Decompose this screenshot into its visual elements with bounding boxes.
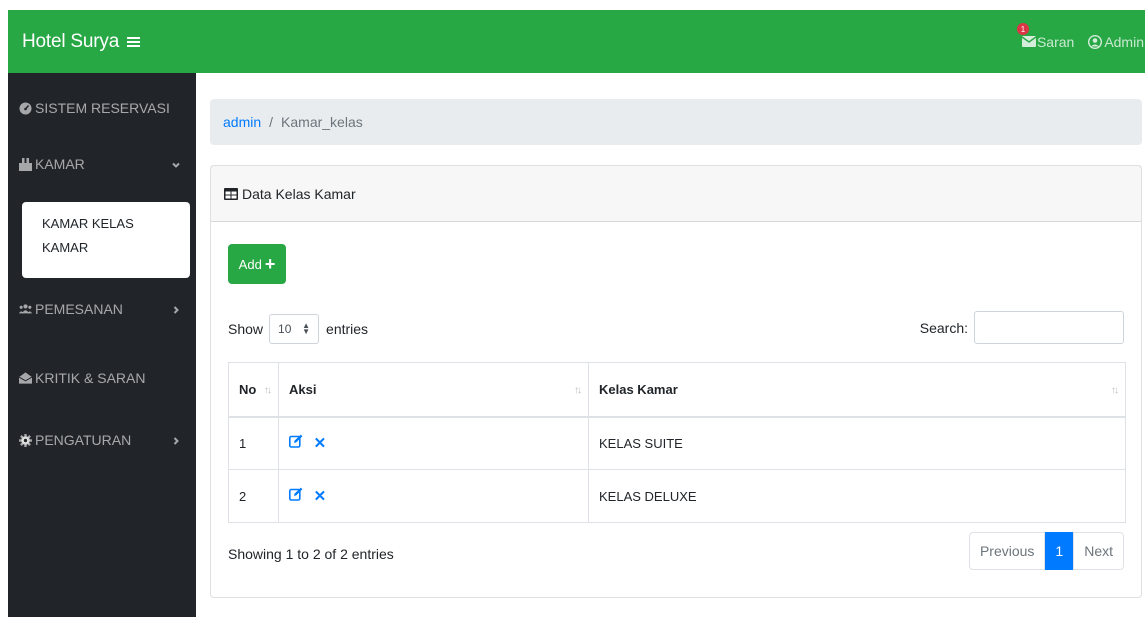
delete-icon[interactable]: ✕ xyxy=(314,435,327,452)
navbar-right: 1 Saran Admin xyxy=(1016,10,1145,73)
table-row: 1 ✕ KELAS SUITE xyxy=(228,416,1126,470)
envelope-open-icon xyxy=(19,372,32,385)
breadcrumb-separator: / xyxy=(269,114,274,130)
breadcrumb-current: Kamar_kelas xyxy=(281,114,363,130)
edit-icon[interactable] xyxy=(289,434,303,449)
kamar-submenu: KAMAR KELAS KAMAR xyxy=(22,202,190,278)
breadcrumb: admin / Kamar_kelas xyxy=(210,99,1142,145)
entries-label: entries xyxy=(326,321,369,337)
sidebar-item-label: SISTEM RESERVASI xyxy=(35,100,170,116)
admin-label: Admin xyxy=(1104,33,1144,50)
notification-badge: 1 xyxy=(1016,23,1029,35)
column-header-kelas-kamar[interactable]: Kelas Kamar ↑↓ xyxy=(588,362,1126,418)
table-row: 2 ✕ KELAS DELUXE xyxy=(228,469,1126,523)
show-label: Show xyxy=(228,321,264,337)
sort-icon: ↑↓ xyxy=(1111,385,1119,396)
chevron-down-icon xyxy=(170,158,182,170)
top-navbar: Hotel Surya 1 Saran Admin xyxy=(8,10,1145,73)
user-circle-icon xyxy=(1088,34,1103,49)
column-header-label: Kelas Kamar xyxy=(599,381,678,397)
sidebar-item-kamar[interactable]: KAMAR xyxy=(8,149,196,179)
row-number: 2 xyxy=(228,469,279,523)
column-header-no[interactable]: No ↑↓ xyxy=(228,362,279,418)
sidebar-item-label: PEMESANAN xyxy=(35,301,123,317)
admin-link[interactable]: Admin xyxy=(1088,34,1144,50)
data-card: Data Kelas Kamar Add + Show 10 ▲ ▼ entrie… xyxy=(210,165,1142,598)
dashboard-icon xyxy=(19,102,32,115)
users-icon xyxy=(19,303,32,316)
brand-title[interactable]: Hotel Surya xyxy=(22,31,119,53)
previous-page-button[interactable]: Previous xyxy=(968,532,1046,570)
sort-icon: ↑↓ xyxy=(574,385,582,396)
chevron-right-icon xyxy=(170,303,182,315)
entries-select[interactable]: 10 ▲ ▼ xyxy=(269,314,320,344)
menu-toggle-icon[interactable] xyxy=(127,35,142,48)
sidebar-item-pemesanan[interactable]: PEMESANAN xyxy=(8,294,196,324)
row-actions: ✕ xyxy=(278,469,589,523)
row-number: 1 xyxy=(228,416,279,470)
saran-label: Saran xyxy=(1036,33,1075,50)
sidebar-item-label: KRITIK & SARAN xyxy=(35,370,146,386)
pagination: Previous 1 Next xyxy=(968,532,1124,570)
envelope-icon: 1 xyxy=(1016,23,1036,47)
card-title: Data Kelas Kamar xyxy=(242,185,356,202)
entries-length-control: Show 10 ▲ ▼ entries xyxy=(228,314,368,344)
navbar-brand[interactable]: Hotel Surya xyxy=(22,31,142,53)
search-input[interactable] xyxy=(974,311,1124,344)
table-header-row: No ↑↓ Aksi ↑↓ Kelas Kamar ↑↓ xyxy=(228,362,1126,418)
row-kelas-kamar: KELAS SUITE xyxy=(588,416,1126,470)
card-header: Data Kelas Kamar xyxy=(211,166,1141,222)
hotel-icon xyxy=(19,158,32,171)
add-button[interactable]: Add + xyxy=(228,244,286,284)
next-page-button[interactable]: Next xyxy=(1073,532,1124,570)
page-1-button[interactable]: 1 xyxy=(1045,532,1074,570)
submenu-kamar-kelas[interactable]: KAMAR KELAS xyxy=(22,212,190,236)
column-header-aksi[interactable]: Aksi ↑↓ xyxy=(278,362,589,418)
edit-icon[interactable] xyxy=(289,487,303,501)
add-button-label: Add xyxy=(238,256,262,272)
sidebar-item-pengaturan[interactable]: PENGATURAN xyxy=(8,425,196,455)
search-label: Search: xyxy=(919,319,968,336)
table-info: Showing 1 to 2 of 2 entries xyxy=(228,546,394,562)
plus-icon: + xyxy=(264,254,276,274)
sort-icon: ↑↓ xyxy=(264,385,272,396)
kelas-kamar-table: No ↑↓ Aksi ↑↓ Kelas Kamar ↑↓ 1 ✕ KELAS S… xyxy=(228,362,1126,523)
sidebar-item-label: PENGATURAN xyxy=(35,432,132,448)
search-control: Search: xyxy=(920,311,1124,344)
column-header-label: No xyxy=(239,381,257,397)
column-header-label: Aksi xyxy=(289,381,317,397)
row-kelas-kamar: KELAS DELUXE xyxy=(588,469,1126,523)
entries-select-value: 10 xyxy=(278,322,292,336)
sidebar: SISTEM RESERVASI KAMAR KAMAR KELAS KAMAR… xyxy=(8,73,196,617)
chevron-right-icon xyxy=(170,434,182,446)
breadcrumb-admin-link[interactable]: admin xyxy=(223,114,261,130)
saran-link[interactable]: 1 Saran xyxy=(1016,23,1075,50)
submenu-kamar[interactable]: KAMAR xyxy=(22,236,190,260)
cog-icon xyxy=(19,433,32,447)
sidebar-item-label: KAMAR xyxy=(35,156,85,172)
sidebar-item-kritik-saran[interactable]: KRITIK & SARAN xyxy=(8,363,196,393)
table-icon xyxy=(224,187,238,200)
delete-icon[interactable]: ✕ xyxy=(314,488,327,505)
sidebar-item-sistem-reservasi[interactable]: SISTEM RESERVASI xyxy=(8,93,196,123)
row-actions: ✕ xyxy=(278,416,589,470)
select-arrows-icon: ▲ ▼ xyxy=(302,321,311,336)
